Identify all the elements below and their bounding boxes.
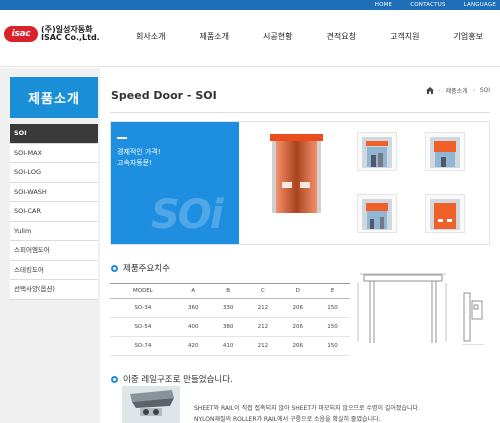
nav-item-quote[interactable]: 견적요청 xyxy=(310,31,374,42)
sidebar-item-stacking-door[interactable]: 스테킹도어 xyxy=(10,260,98,280)
hero-line-1: 경제적인 가격! xyxy=(117,148,161,156)
breadcrumb: › 제품소개 › SOI xyxy=(425,86,490,95)
rail-description-line-2: NYLON재질의 ROLLER가 RAIL에서 구름으로 소음을 확실히 줄였습… xyxy=(194,416,381,423)
table-cell: 212 xyxy=(245,317,281,337)
hero-banner: 경제적인 가격! 고속자동문! SOi xyxy=(111,122,239,244)
table-cell: 410 xyxy=(210,336,246,356)
language-link[interactable]: LANGUAGE xyxy=(464,2,496,8)
sidebar-item-options[interactable]: 선택사양(옵션) xyxy=(10,280,98,300)
breadcrumb-item-current: SOI xyxy=(479,87,490,94)
chevron-right-icon: › xyxy=(472,87,475,94)
section-heading-dimensions: 제품주요치수 xyxy=(111,262,170,274)
table-cell: 420 xyxy=(175,336,211,356)
table-cell: 206 xyxy=(280,336,316,356)
sidebar-item-soi-max[interactable]: SOI-MAX xyxy=(10,143,98,163)
site-header: isac (주)일성자동화 ISAC Co.,Ltd. 회사소개 제품소개 시공… xyxy=(0,10,500,67)
company-logo[interactable]: isac (주)일성자동화 ISAC Co.,Ltd. xyxy=(4,25,100,43)
table-cell: 400 xyxy=(175,317,211,337)
table-cell: 360 xyxy=(175,298,211,318)
nav-item-products[interactable]: 제품소개 xyxy=(183,31,247,42)
section-heading-text: 이중 레일구조로 만들었습니다. xyxy=(123,375,233,385)
table-cell: SO-74 xyxy=(110,336,176,356)
bullet-circle-icon xyxy=(111,264,118,272)
table-cell: 150 xyxy=(315,317,350,337)
table-row: SO-54 400 380 212 206 150 xyxy=(110,317,350,337)
nav-item-company[interactable]: 회사소개 xyxy=(119,31,183,42)
thumbnail-image[interactable] xyxy=(357,194,397,233)
thumbnail-image[interactable] xyxy=(425,194,465,233)
page-title: Speed Door - SOI xyxy=(111,89,217,102)
hero-watermark: SOi xyxy=(151,192,224,238)
thumbnail-image[interactable] xyxy=(357,132,397,171)
dimension-drawing xyxy=(357,273,484,345)
breadcrumb-item-products[interactable]: 제품소개 xyxy=(446,86,468,95)
table-cell: 206 xyxy=(280,317,316,337)
column-header: C xyxy=(245,283,281,299)
sidebar-item-soi-car[interactable]: SOI-CAR xyxy=(10,202,98,222)
dimensions-table: MODEL A B C D E SO-34 360 330 212 206 15… xyxy=(110,283,350,356)
section-heading-rail: 이중 레일구조로 만들었습니다. xyxy=(111,373,233,385)
table-cell: 380 xyxy=(210,317,246,337)
logo-name-english: ISAC Co.,Ltd. xyxy=(41,33,100,43)
table-cell: 150 xyxy=(315,298,350,318)
nav-item-pr[interactable]: 기업홍보 xyxy=(437,31,500,42)
product-hero: 경제적인 가격! 고속자동문! SOi xyxy=(110,121,490,245)
table-cell: 212 xyxy=(245,298,281,318)
table-row: SO-74 420 410 212 206 150 xyxy=(110,336,350,356)
table-cell: 212 xyxy=(245,336,281,356)
divider xyxy=(110,112,490,113)
table-cell: SO-54 xyxy=(110,317,176,337)
home-icon[interactable] xyxy=(425,87,434,94)
sidebar-item-yulim[interactable]: Yulim xyxy=(10,221,98,241)
rail-detail-image xyxy=(122,386,180,423)
door-product-image xyxy=(270,134,323,213)
sidebar-item-soi[interactable]: SOI xyxy=(10,124,98,144)
sidebar: 제품소개 SOI SOI-MAX SOI-LOG SOI-WASH SOI-CA… xyxy=(10,77,98,300)
nav-item-support[interactable]: 고객지원 xyxy=(373,31,437,42)
table-cell: 150 xyxy=(315,336,350,356)
chevron-right-icon: › xyxy=(438,87,441,94)
table-header-row: MODEL A B C D E xyxy=(110,283,350,299)
thumbnail-grid xyxy=(357,132,483,236)
sidebar-item-spiral-door[interactable]: 스피어엠도어 xyxy=(10,241,98,261)
column-header: B xyxy=(210,283,246,299)
table-cell: 330 xyxy=(210,298,246,318)
column-header: MODEL xyxy=(110,283,176,299)
column-header: A xyxy=(175,283,211,299)
rail-description-line-1: SHEET와 RAIL이 직접 접촉되지 않아 SHEET가 마모되지 않으므로… xyxy=(194,405,420,412)
table-cell: 206 xyxy=(280,298,316,318)
thumbnail-image[interactable] xyxy=(425,132,465,171)
sidebar-title: 제품소개 xyxy=(10,77,98,118)
table-cell: SO-34 xyxy=(110,298,176,318)
utility-bar: HOME CONTACTUS LANGUAGE xyxy=(0,0,500,10)
nav-item-installations[interactable]: 시공현황 xyxy=(246,31,310,42)
hero-line-2: 고속자동문! xyxy=(117,159,153,167)
bullet-circle-icon xyxy=(111,375,118,383)
column-header: E xyxy=(315,283,350,299)
home-link[interactable]: HOME xyxy=(375,2,393,8)
rail-description: SHEET와 RAIL이 직접 접촉되지 않아 SHEET가 마모되지 않으므로… xyxy=(194,403,420,423)
column-header: D xyxy=(280,283,316,299)
main-nav: 회사소개 제품소개 시공현황 견적요청 고객지원 기업홍보 xyxy=(119,31,500,42)
table-row: SO-34 360 330 212 206 150 xyxy=(110,298,350,318)
contact-link[interactable]: CONTACTUS xyxy=(410,2,445,8)
sidebar-item-soi-wash[interactable]: SOI-WASH xyxy=(10,182,98,202)
sidebar-item-soi-log[interactable]: SOI-LOG xyxy=(10,163,98,183)
accent-dash xyxy=(117,137,127,139)
logo-mark: isac xyxy=(4,26,38,43)
section-heading-text: 제품주요치수 xyxy=(123,264,170,274)
